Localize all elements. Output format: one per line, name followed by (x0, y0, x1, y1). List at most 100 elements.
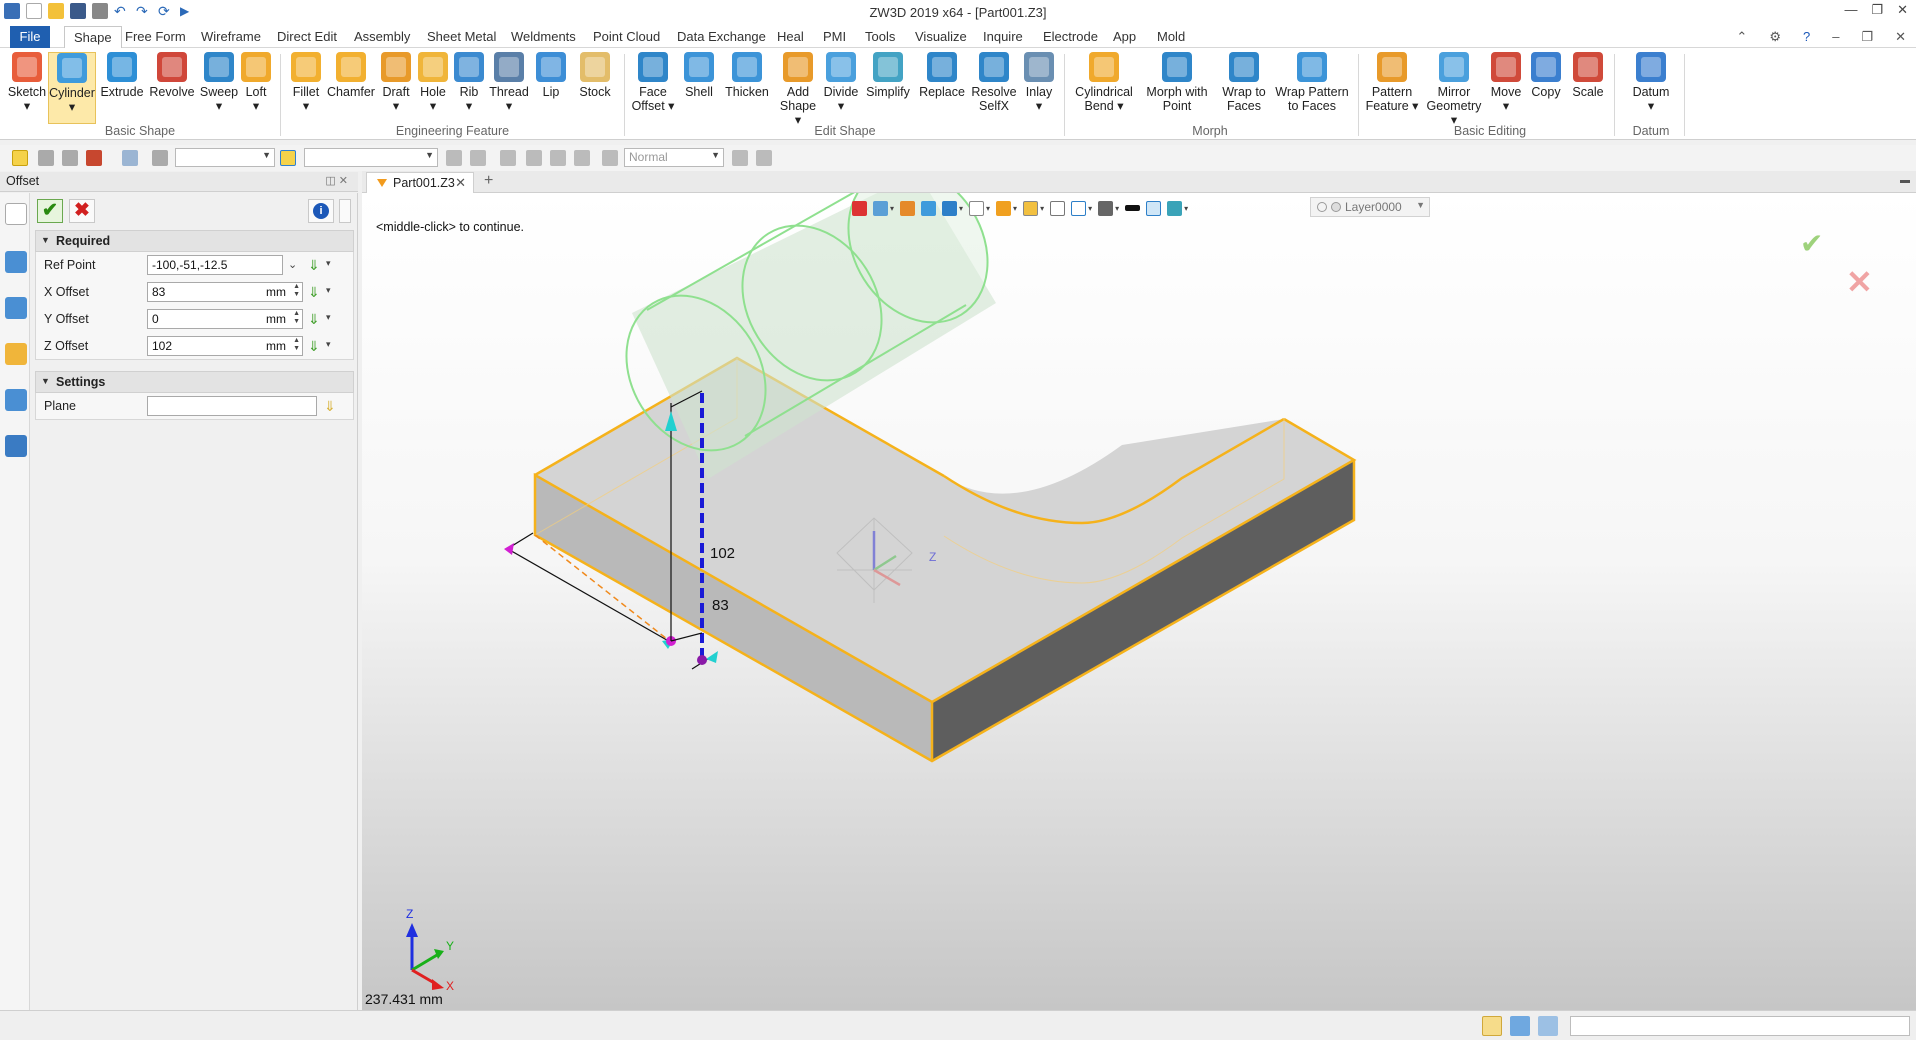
view-orient-icon[interactable] (873, 200, 888, 216)
status-display-icon[interactable] (1510, 1016, 1530, 1036)
hex-filter-icon[interactable] (122, 150, 138, 166)
replace-button[interactable]: Replace (918, 52, 966, 99)
sweep-button[interactable]: Sweep ▾ (198, 52, 240, 113)
grid-icon[interactable] (446, 150, 462, 166)
close-icon[interactable]: ✕ (1897, 2, 1908, 18)
filter-combo[interactable]: ▼ (175, 148, 275, 167)
x-handle-start[interactable] (504, 543, 514, 555)
simplify-button[interactable]: Simplify (864, 52, 912, 99)
pick-dropdown-icon[interactable]: ▾ (326, 258, 331, 269)
z-offset-input[interactable]: 102 mm ▲ ▼ (147, 336, 303, 356)
wireframe-view-icon[interactable] (969, 200, 985, 216)
spinner-icon[interactable]: ▲ ▼ (293, 337, 300, 353)
datum-button[interactable]: Datum ▾ (1626, 52, 1676, 113)
close-tab-icon[interactable]: ✕ (455, 175, 466, 191)
status-layout-icon[interactable] (1482, 1016, 1502, 1036)
cylinder-button[interactable]: Cylinder ▾ (48, 52, 96, 124)
pick-value-icon[interactable]: ⇓ (308, 311, 324, 327)
add-icon[interactable] (38, 150, 54, 166)
gear-small-icon[interactable] (602, 150, 618, 166)
align3-icon[interactable] (550, 150, 566, 166)
collapse-ribbon-icon[interactable]: ⌃ (1736, 29, 1747, 45)
wrap-pattern-button[interactable]: Wrap Pattern to Faces (1274, 52, 1350, 113)
y-handle-arrow[interactable] (706, 651, 718, 663)
minus-icon[interactable] (62, 150, 78, 166)
assembly-tab-icon[interactable] (5, 297, 27, 319)
x-dimension-label[interactable]: 83 (712, 597, 729, 614)
tab-free-form[interactable]: Free Form (116, 26, 195, 48)
z-dimension-label[interactable]: 102 (710, 545, 735, 562)
extrude-button[interactable]: Extrude (98, 52, 146, 99)
stock-button[interactable]: Stock (574, 52, 616, 99)
tab-sheet-metal[interactable]: Sheet Metal (418, 26, 505, 48)
y-offset-input[interactable]: 0 mm ▲ ▼ (147, 309, 303, 329)
settings-gear-icon[interactable]: ⚙ (1769, 29, 1781, 45)
pick-dropdown-icon[interactable]: ▾ (326, 312, 331, 323)
history-tab-icon[interactable] (5, 251, 27, 273)
viewport-cancel-icon[interactable]: ✕ (1846, 263, 1873, 301)
tab-direct-edit[interactable]: Direct Edit (268, 26, 346, 48)
tab-inquire[interactable]: Inquire (974, 26, 1032, 48)
x-offset-input[interactable]: 83 mm ▲ ▼ (147, 282, 303, 302)
section-icon[interactable] (1071, 200, 1087, 216)
render-icon[interactable] (942, 200, 958, 216)
layer-display-icon[interactable] (1167, 200, 1183, 216)
tab-wireframe[interactable]: Wireframe (192, 26, 270, 48)
chamfer-button[interactable]: Chamfer (326, 52, 376, 99)
fillet-button[interactable]: Fillet ▾ (286, 52, 326, 113)
scale-button[interactable]: Scale (1570, 52, 1606, 99)
pick-combo[interactable]: ▼ (304, 148, 438, 167)
expand-chevron-icon[interactable]: ⌄ (288, 258, 297, 271)
new-tab-icon[interactable]: + (484, 172, 493, 190)
add-shape-button[interactable]: Add Shape ▾ (776, 52, 820, 127)
thicken-button[interactable]: Thicken (722, 52, 772, 99)
morph-with-point-button[interactable]: Morph with Point (1142, 52, 1212, 113)
shell-button[interactable]: Shell (680, 52, 718, 99)
tab-weldments[interactable]: Weldments (502, 26, 585, 48)
copy-button[interactable]: Copy (1528, 52, 1564, 99)
mode-combo[interactable]: Normal ▼ (624, 148, 724, 167)
wrap-to-faces-button[interactable]: Wrap to Faces (1218, 52, 1270, 113)
zoom-box-icon[interactable] (1050, 200, 1066, 216)
filter-icon[interactable] (152, 150, 168, 166)
tab-app[interactable]: App (1104, 26, 1145, 48)
shaded-icon[interactable] (921, 200, 937, 216)
grid2-icon[interactable] (470, 150, 486, 166)
revolve-button[interactable]: Revolve (148, 52, 196, 99)
pick-mode-icon[interactable] (280, 150, 296, 166)
3d-viewport[interactable]: <middle-click> to continue. ▾ ▾ ▾ ▾ ▾ ▾ … (362, 193, 1916, 1010)
close-doc-icon[interactable]: ✕ (1895, 29, 1906, 45)
measure-icon[interactable] (900, 200, 916, 216)
exit-icon[interactable] (852, 200, 867, 216)
loft-button[interactable]: Loft ▾ (240, 52, 272, 113)
restore-doc-icon[interactable]: ❐ (1861, 29, 1873, 45)
section-settings[interactable]: Settings (35, 371, 354, 393)
pick-dropdown-icon[interactable]: ▾ (326, 285, 331, 296)
align-icon[interactable] (500, 150, 516, 166)
user-tab-icon[interactable] (5, 435, 27, 457)
layer-combo[interactable]: Layer0000 ▼ (1310, 197, 1430, 217)
panel-pin-close-icon[interactable]: ◫ ✕ (325, 174, 348, 187)
pick-value-icon[interactable]: ⇓ (308, 284, 324, 300)
ref-point-input[interactable]: -100,-51,-12.5 (147, 255, 283, 275)
ok-button[interactable]: ✔ (37, 199, 63, 223)
tab-electrode[interactable]: Electrode (1034, 26, 1107, 48)
cylindrical-bend-button[interactable]: Cylindrical Bend ▾ (1070, 52, 1138, 113)
minimize-doc-icon[interactable]: – (1832, 29, 1839, 45)
base-block[interactable] (533, 356, 1357, 763)
tab-pmi[interactable]: PMI (814, 26, 855, 48)
draft-button[interactable]: Draft ▾ (378, 52, 414, 113)
snap-icon[interactable] (86, 150, 102, 166)
restore-icon[interactable]: ❐ (1871, 2, 1883, 18)
tab-shape[interactable]: Shape (64, 26, 122, 49)
pick-filter-icon[interactable] (12, 150, 28, 166)
minimize-icon[interactable]: — (1844, 2, 1857, 18)
cursor2-icon[interactable] (756, 150, 772, 166)
tabs-menu-icon[interactable]: ▬ (1900, 175, 1910, 186)
sketch-button[interactable]: Sketch ▾ (6, 52, 48, 113)
pick-point-icon[interactable]: ⇓ (308, 257, 324, 273)
section-required[interactable]: Required (35, 230, 354, 252)
spinner-icon[interactable]: ▲ ▼ (293, 283, 300, 299)
tab-file[interactable]: File (10, 26, 50, 48)
inlay-button[interactable]: Inlay ▾ (1022, 52, 1056, 113)
